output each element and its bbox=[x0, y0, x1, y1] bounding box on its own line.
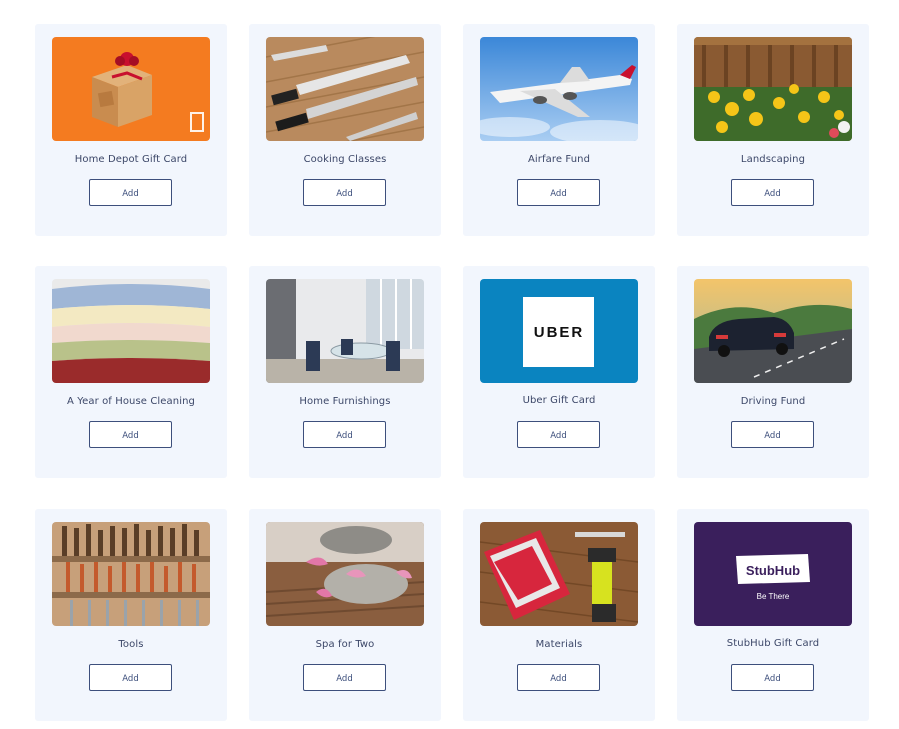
add-button[interactable]: Add bbox=[731, 664, 814, 691]
registry-card-cooking-classes: Cooking Classes Add bbox=[249, 24, 441, 236]
registry-card-uber-gift-card: UBER Uber Gift Card Add bbox=[463, 266, 655, 478]
stacked-towels-image bbox=[52, 279, 210, 383]
item-title: StubHub Gift Card bbox=[726, 638, 820, 649]
add-button[interactable]: Add bbox=[89, 421, 172, 448]
tool-rack-image bbox=[52, 522, 210, 626]
item-title: A Year of House Cleaning bbox=[67, 396, 195, 407]
item-title: Tools bbox=[118, 639, 144, 650]
item-title: Driving Fund bbox=[740, 396, 806, 407]
add-button[interactable]: Add bbox=[731, 421, 814, 448]
registry-card-airfare-fund: Airfare Fund Add bbox=[463, 24, 655, 236]
add-button[interactable]: Add bbox=[303, 179, 386, 206]
dining-room-image bbox=[266, 279, 424, 383]
registry-card-tools: Tools Add bbox=[35, 509, 227, 721]
registry-card-home-furnishings: Home Furnishings Add bbox=[249, 266, 441, 478]
spa-stones-image bbox=[266, 522, 424, 626]
flowers-fence-image bbox=[694, 37, 852, 141]
stubhub-tagline: Be There bbox=[757, 592, 790, 601]
registry-card-landscaping: Landscaping Add bbox=[677, 24, 869, 236]
kitchen-knives-image bbox=[266, 37, 424, 141]
drill-and-box-image bbox=[480, 522, 638, 626]
item-title: Landscaping bbox=[740, 154, 806, 165]
registry-card-home-depot: Home Depot Gift Card Add bbox=[35, 24, 227, 236]
item-title: Home Furnishings bbox=[299, 396, 391, 407]
add-button[interactable]: Add bbox=[517, 421, 600, 448]
add-button[interactable]: Add bbox=[517, 179, 600, 206]
item-title: Materials bbox=[535, 639, 583, 650]
home-depot-gift-box-image bbox=[52, 37, 210, 141]
uber-logo-card-image: UBER bbox=[480, 279, 638, 383]
car-on-road-image bbox=[694, 279, 852, 383]
airplane-sky-image bbox=[480, 37, 638, 141]
add-button[interactable]: Add bbox=[89, 179, 172, 206]
add-button[interactable]: Add bbox=[517, 664, 600, 691]
registry-card-materials: Materials Add bbox=[463, 509, 655, 721]
stubhub-logo-text: StubHub bbox=[746, 563, 800, 578]
item-title: Spa for Two bbox=[315, 639, 375, 650]
stubhub-card-image: StubHub Be There bbox=[694, 522, 852, 626]
add-button[interactable]: Add bbox=[731, 179, 814, 206]
add-button[interactable]: Add bbox=[303, 664, 386, 691]
item-title: Home Depot Gift Card bbox=[74, 154, 188, 165]
item-title: Airfare Fund bbox=[527, 154, 591, 165]
registry-card-house-cleaning: A Year of House Cleaning Add bbox=[35, 266, 227, 478]
item-title: Uber Gift Card bbox=[522, 395, 596, 406]
registry-card-driving-fund: Driving Fund Add bbox=[677, 266, 869, 478]
registry-grid: Home Depot Gift Card Add Cooking Classes… bbox=[0, 0, 899, 729]
item-title: Cooking Classes bbox=[303, 154, 387, 165]
add-button[interactable]: Add bbox=[303, 421, 386, 448]
registry-card-stubhub-gift-card: StubHub Be There StubHub Gift Card Add bbox=[677, 509, 869, 721]
registry-card-spa-for-two: Spa for Two Add bbox=[249, 509, 441, 721]
uber-logo-text: UBER bbox=[534, 324, 585, 341]
add-button[interactable]: Add bbox=[89, 664, 172, 691]
